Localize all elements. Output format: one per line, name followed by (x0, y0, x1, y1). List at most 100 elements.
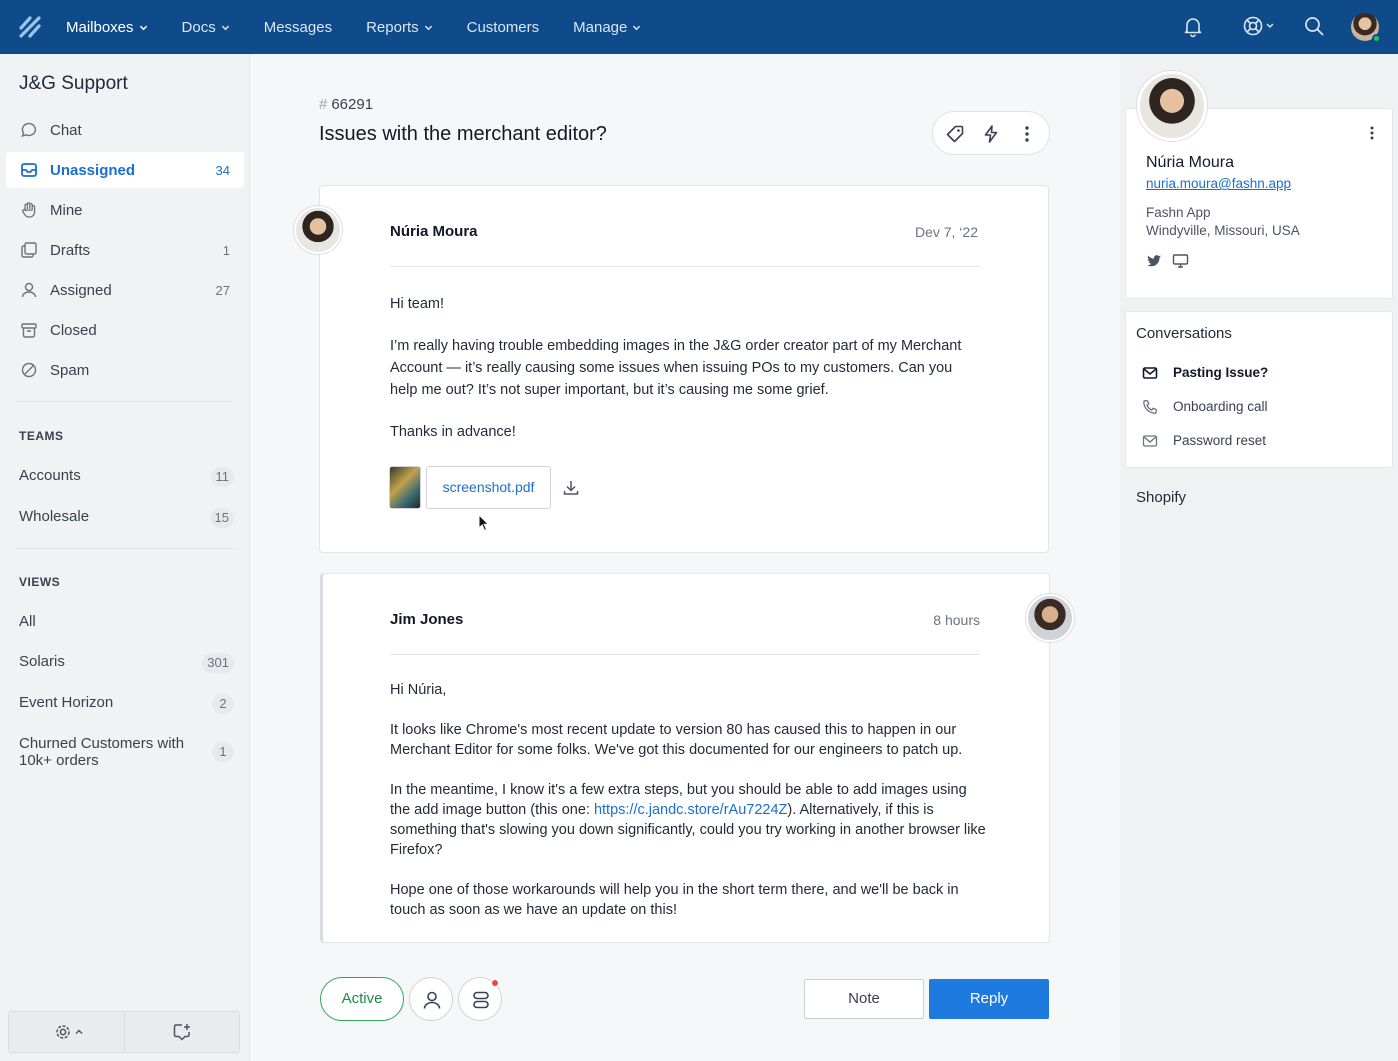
nav-label: Customers (466, 18, 540, 36)
sidebar-item-count: 301 (202, 653, 234, 673)
nav-messages[interactable]: Messages (264, 19, 332, 36)
status-button[interactable]: Active (320, 977, 404, 1021)
sidebar-item-label: Closed (50, 321, 97, 339)
sidebar-divider (16, 548, 234, 549)
ban-icon (21, 362, 37, 378)
envelope-icon (1142, 435, 1158, 447)
nav-customers[interactable]: Customers (467, 19, 540, 36)
conversation-item[interactable]: Pasting Issue? (1140, 362, 1380, 384)
person-icon (21, 282, 37, 298)
customer-avatar (1137, 71, 1207, 141)
nav-mailboxes[interactable]: Mailboxes (66, 19, 148, 36)
agent-avatar (1026, 594, 1074, 642)
sidebar-item-label: Churned Customers with 10k+ orders (19, 735, 185, 769)
conversation-item[interactable]: Password reset (1140, 430, 1380, 452)
note-button[interactable]: Note (804, 979, 924, 1019)
sidebar-item-label: Chat (50, 121, 82, 139)
phone-icon (1143, 400, 1157, 414)
conversation-item[interactable]: Onboarding call (1140, 396, 1380, 418)
sidebar-item-team-wholesale[interactable]: Wholesale 15 (19, 508, 234, 528)
more-options-icon[interactable] (1363, 124, 1381, 142)
reply-button[interactable]: Reply (929, 979, 1049, 1019)
sidebar-item-mine[interactable]: Mine (6, 192, 244, 228)
attachment-link[interactable]: screenshot.pdf (426, 466, 551, 509)
hash-symbol: # (319, 96, 328, 113)
conversation-label: Pasting Issue? (1173, 365, 1269, 380)
sidebar-item-label: Drafts (50, 241, 91, 259)
nav-label: Mailboxes (66, 18, 134, 36)
sidebar-item-count: 2 (212, 694, 234, 714)
sidebar-item-view-churned[interactable]: Churned Customers with 10k+ orders 1 (19, 735, 234, 769)
mailbox-title: J&G Support (19, 73, 128, 94)
attachment-thumbnail[interactable] (389, 466, 421, 509)
customer-company: Fashn App (1146, 205, 1211, 220)
sidebar-item-label: Unassigned (50, 161, 136, 179)
new-chat-icon[interactable] (172, 1022, 192, 1042)
message-date: 8 hours (933, 612, 980, 628)
conversation-label: Onboarding call (1173, 399, 1268, 414)
logo-icon[interactable] (18, 15, 42, 39)
more-options-icon[interactable] (1017, 124, 1037, 144)
ticket-number: #66291 (319, 96, 373, 113)
help-icon[interactable] (1241, 14, 1277, 38)
inbox-icon (21, 163, 37, 177)
sidebar-item-assigned[interactable]: Assigned 27 (6, 272, 244, 308)
envelope-icon (1142, 367, 1158, 379)
sidebar-item-count: 27 (215, 282, 230, 298)
nav-label: Docs (181, 18, 216, 36)
device-icon[interactable] (1172, 253, 1189, 269)
sidebar-item-team-accounts[interactable]: Accounts 11 (19, 467, 234, 487)
twitter-icon[interactable] (1146, 253, 1162, 269)
message-divider (390, 266, 980, 267)
message-paragraph: Thanks in advance! (390, 424, 516, 440)
tag-icon[interactable] (945, 124, 965, 144)
customer-email[interactable]: nuria.moura@fashn.app (1146, 176, 1291, 191)
message-body: Hi team! I’m really having trouble embed… (390, 293, 980, 463)
sidebar-item-count: 34 (215, 162, 230, 178)
ticket-actions (932, 111, 1050, 155)
chevron-down-icon (139, 25, 147, 30)
customer-name: Núria Moura (1146, 154, 1235, 171)
sidebar-item-view-event-horizon[interactable]: Event Horizon 2 (19, 694, 234, 714)
hand-icon (22, 202, 36, 218)
gear-icon[interactable] (54, 1023, 88, 1041)
nav-label: Reports (366, 18, 419, 36)
views-heading: VIEWS (19, 575, 61, 589)
sidebar-item-unassigned[interactable]: Unassigned 34 (6, 152, 244, 188)
sidebar-item-view-solaris[interactable]: Solaris 301 (19, 653, 234, 673)
search-icon[interactable] (1302, 14, 1326, 38)
sidebar-item-chat[interactable]: Chat (6, 112, 244, 148)
sidebar: J&G Support Chat Unassigned 34 Mine Draf… (0, 54, 250, 1061)
sidebar-item-label: All (19, 613, 36, 630)
sidebar-item-count: 15 (209, 508, 234, 528)
sidebar-item-count: 1 (212, 742, 234, 762)
nav-docs[interactable]: Docs (182, 19, 230, 36)
nav-reports[interactable]: Reports (366, 19, 433, 36)
sidebar-item-drafts[interactable]: Drafts 1 (6, 232, 244, 268)
top-navigation: Mailboxes Docs Messages Reports Customer… (0, 0, 1398, 54)
sidebar-item-label: Wholesale (19, 508, 90, 525)
author-avatar (294, 206, 342, 254)
sidebar-item-view-all[interactable]: All (19, 613, 234, 630)
download-icon[interactable] (561, 478, 581, 498)
chevron-down-icon (221, 25, 229, 30)
sidebar-item-label: Solaris (19, 653, 65, 670)
chevron-down-icon (424, 25, 432, 30)
sidebar-item-label: Event Horizon (19, 694, 114, 711)
message-paragraph: In the meantime, I know it's a few extra… (390, 780, 990, 860)
bell-icon[interactable] (1181, 14, 1205, 38)
lightning-icon[interactable] (981, 124, 1001, 144)
message-paragraph: Hi team! (390, 296, 444, 312)
shopify-section-title[interactable]: Shopify (1136, 489, 1186, 506)
assign-button[interactable] (409, 977, 453, 1021)
image-button-link[interactable]: https://c.jandc.store/rAu7224Z (594, 802, 787, 818)
sidebar-item-spam[interactable]: Spam (6, 352, 244, 388)
drafts-icon (21, 242, 37, 258)
customer-location: Windyville, Missouri, USA (1146, 223, 1300, 238)
sidebar-divider (16, 401, 234, 402)
notification-dot (491, 979, 499, 987)
sidebar-item-count: 1 (222, 242, 230, 258)
conversation-label: Password reset (1173, 433, 1267, 448)
nav-manage[interactable]: Manage (573, 19, 641, 36)
sidebar-item-closed[interactable]: Closed (6, 312, 244, 348)
